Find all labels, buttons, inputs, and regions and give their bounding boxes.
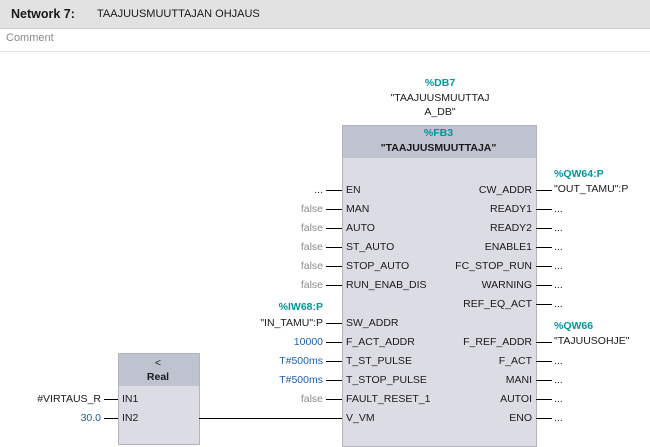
value-warning[interactable]: ... <box>554 279 563 291</box>
value-ref-eq-act[interactable]: ... <box>554 298 563 310</box>
value-fault-reset-1[interactable]: false <box>250 393 323 405</box>
wire-fault-reset-1 <box>326 399 342 400</box>
value-st-auto[interactable]: false <box>250 241 323 253</box>
function-block-name[interactable]: "TAAJUUSMUUTTAJA" <box>342 142 535 154</box>
wire-t-st-pulse <box>326 361 342 362</box>
wire-eno <box>536 418 552 419</box>
compare-operator[interactable]: < <box>118 357 198 369</box>
instance-db-name-line1[interactable]: "TAAJUUSMUUTTAJ <box>370 92 510 104</box>
network-title[interactable]: TAAJUUSMUUTTAJAN OHJAUS <box>97 8 260 20</box>
pin-auto: AUTO <box>346 222 375 234</box>
wire-autoi <box>536 399 552 400</box>
address-f-ref-addr: %QW66 <box>554 320 594 332</box>
pin-man: MAN <box>346 203 370 215</box>
pin-run-enab-dis: RUN_ENAB_DIS <box>346 279 427 291</box>
instance-db-name-line2[interactable]: A_DB" <box>370 106 510 118</box>
comment-placeholder: Comment <box>6 32 54 44</box>
value-auto[interactable]: false <box>250 222 323 234</box>
address-sw-addr: %IW68:P <box>278 301 323 313</box>
pin-ready1: READY1 <box>489 203 532 215</box>
wire-ready2 <box>536 228 552 229</box>
wire-f-act <box>536 361 552 362</box>
pin-warning: WARNING <box>481 279 532 291</box>
pin-fc-stop-run: FC_STOP_RUN <box>455 260 532 272</box>
address-cw-addr: %QW64:P <box>554 168 604 180</box>
pin-ref-eq-act: REF_EQ_ACT <box>463 298 532 310</box>
value-stop-auto[interactable]: false <box>250 260 323 272</box>
network-label: Network 7: <box>11 7 75 21</box>
pin-autoi: AUTOI <box>500 393 532 405</box>
pin-st-auto: ST_AUTO <box>346 241 395 253</box>
wire-t-stop-pulse <box>326 380 342 381</box>
wire-en <box>326 190 342 191</box>
pin-f-act-addr: F_ACT_ADDR <box>346 336 415 348</box>
value-in2[interactable]: 30.0 <box>20 412 101 424</box>
value-ready1[interactable]: ... <box>554 203 563 215</box>
value-en[interactable]: ... <box>250 184 323 196</box>
wire-f-act-addr <box>326 342 342 343</box>
value-ready2[interactable]: ... <box>554 222 563 234</box>
pin-sw-addr: SW_ADDR <box>346 317 399 329</box>
wire-cw-addr <box>536 190 552 191</box>
value-f-act-addr[interactable]: 10000 <box>250 336 323 348</box>
value-eno[interactable]: ... <box>554 412 563 424</box>
function-block-address: %FB3 <box>423 127 454 139</box>
pin-t-stop-pulse: T_STOP_PULSE <box>346 374 427 386</box>
wire-f-ref-addr <box>536 342 552 343</box>
network-header[interactable]: Network 7: TAAJUUSMUUTTAJAN OHJAUS <box>0 0 650 29</box>
pin-in2: IN2 <box>122 412 139 424</box>
value-autoi[interactable]: ... <box>554 393 563 405</box>
value-in1[interactable]: #VIRTAUS_R <box>20 393 101 405</box>
value-t-stop-pulse[interactable]: T#500ms <box>250 374 323 386</box>
wire-warning <box>536 285 552 286</box>
value-f-ref-addr[interactable]: "TAJUUSOHJE" <box>554 335 630 347</box>
pin-fault-reset-1: FAULT_RESET_1 <box>346 393 431 405</box>
wire-mani <box>536 380 552 381</box>
wire-fc-stop-run <box>536 266 552 267</box>
pin-ready2: READY2 <box>489 222 532 234</box>
wire-man <box>326 209 342 210</box>
pin-cw-addr: CW_ADDR <box>478 184 532 196</box>
wire-ref-eq-act <box>536 304 552 305</box>
network-comment[interactable]: Comment <box>0 29 650 52</box>
wire-run-enab-dis <box>326 285 342 286</box>
wire-st-auto <box>326 247 342 248</box>
value-f-act[interactable]: ... <box>554 355 563 367</box>
wire-stop-auto <box>326 266 342 267</box>
pin-v-vm: V_VM <box>346 412 375 424</box>
wire-sw-addr <box>326 323 342 324</box>
pin-eno: ENO <box>509 412 532 424</box>
pin-t-st-pulse: T_ST_PULSE <box>346 355 412 367</box>
pin-en: EN <box>346 184 361 196</box>
value-cw-addr[interactable]: "OUT_TAMU":P <box>554 183 628 195</box>
instance-db-address: %DB7 <box>424 77 456 89</box>
wire-in1 <box>104 399 118 400</box>
pin-in1: IN1 <box>122 393 139 405</box>
value-mani[interactable]: ... <box>554 374 563 386</box>
wire-ready1 <box>536 209 552 210</box>
compare-type[interactable]: Real <box>118 371 198 383</box>
value-run-enab-dis[interactable]: false <box>250 279 323 291</box>
pin-f-act: F_ACT <box>498 355 532 367</box>
value-man[interactable]: false <box>250 203 323 215</box>
wire-in2 <box>104 418 118 419</box>
wire-compare-to-v-vm <box>199 418 342 419</box>
pin-stop-auto: STOP_AUTO <box>346 260 410 272</box>
value-enable1[interactable]: ... <box>554 241 563 253</box>
wire-enable1 <box>536 247 552 248</box>
pin-mani: MANI <box>505 374 532 386</box>
value-fc-stop-run[interactable]: ... <box>554 260 563 272</box>
wire-auto <box>326 228 342 229</box>
value-t-st-pulse[interactable]: T#500ms <box>250 355 323 367</box>
pin-f-ref-addr: F_REF_ADDR <box>463 336 532 348</box>
pin-enable1: ENABLE1 <box>484 241 532 253</box>
value-sw-addr[interactable]: "IN_TAMU":P <box>200 317 323 329</box>
